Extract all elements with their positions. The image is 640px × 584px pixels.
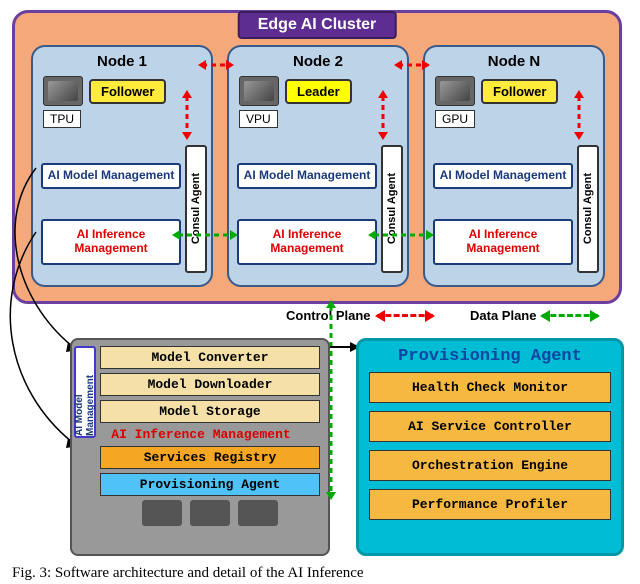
control-plane-label: Control Plane bbox=[286, 308, 371, 323]
node-detail-panel: AI Model Management Model Converter Mode… bbox=[70, 338, 330, 556]
model-storage-row: Model Storage bbox=[100, 400, 320, 423]
role-badge-follower: Follower bbox=[89, 79, 166, 104]
consul-agent-label: Consul Agent bbox=[190, 173, 202, 244]
node-1: Node 1 Follower TPU AI Model Management … bbox=[31, 45, 213, 287]
cluster-title: Edge AI Cluster bbox=[238, 11, 397, 39]
hardware-icon bbox=[238, 500, 278, 526]
consul-agent-label: Consul Agent bbox=[386, 173, 398, 244]
ai-model-management-vertical-label: AI Model Management bbox=[74, 346, 96, 438]
role-badge-follower: Follower bbox=[481, 79, 558, 104]
node-n: Node N Follower GPU AI Model Management … bbox=[423, 45, 605, 287]
control-plane-legend: Control Plane bbox=[286, 308, 433, 323]
model-downloader-row: Model Downloader bbox=[100, 373, 320, 396]
hardware-icon bbox=[239, 76, 279, 106]
ai-model-management-box: AI Model Management bbox=[237, 163, 377, 189]
performance-profiler-row: Performance Profiler bbox=[369, 489, 611, 520]
hw-label: VPU bbox=[239, 110, 278, 128]
consul-agent-label: Consul Agent bbox=[582, 173, 594, 244]
ai-model-management-box: AI Model Management bbox=[433, 163, 573, 189]
ai-inference-management-box: AI Inference Management bbox=[41, 219, 181, 265]
vert-label-text: AI Model Management bbox=[74, 348, 96, 436]
hardware-thumbnails bbox=[100, 500, 320, 526]
consul-agent: Consul Agent bbox=[577, 145, 599, 273]
figure-caption: Fig. 3: Software architecture and detail… bbox=[12, 565, 364, 582]
hardware-icon bbox=[190, 500, 230, 526]
consul-agent: Consul Agent bbox=[381, 145, 403, 273]
hardware-icon bbox=[435, 76, 475, 106]
health-check-monitor-row: Health Check Monitor bbox=[369, 372, 611, 403]
orchestration-engine-row: Orchestration Engine bbox=[369, 450, 611, 481]
role-badge-leader: Leader bbox=[285, 79, 352, 104]
hardware-icon bbox=[142, 500, 182, 526]
provisioning-agent-row: Provisioning Agent bbox=[100, 473, 320, 496]
provisioning-agent-panel: Provisioning Agent Health Check Monitor … bbox=[356, 338, 624, 556]
data-plane-legend: Data Plane bbox=[470, 308, 598, 323]
ai-model-management-box: AI Model Management bbox=[41, 163, 181, 189]
node-title: Node N bbox=[425, 47, 603, 70]
hardware-icon bbox=[43, 76, 83, 106]
hw-label: GPU bbox=[435, 110, 475, 128]
node-title: Node 2 bbox=[229, 47, 407, 70]
model-converter-row: Model Converter bbox=[100, 346, 320, 369]
ai-inference-management-box: AI Inference Management bbox=[433, 219, 573, 265]
ai-inference-management-title: AI Inference Management bbox=[82, 427, 320, 442]
consul-agent: Consul Agent bbox=[185, 145, 207, 273]
services-registry-row: Services Registry bbox=[100, 446, 320, 469]
green-arrow-icon bbox=[542, 314, 598, 317]
node-title: Node 1 bbox=[33, 47, 211, 70]
provisioning-title: Provisioning Agent bbox=[369, 347, 611, 366]
data-plane-label: Data Plane bbox=[470, 308, 536, 323]
ai-inference-management-box: AI Inference Management bbox=[237, 219, 377, 265]
node-2: Node 2 Leader VPU AI Model Management AI… bbox=[227, 45, 409, 287]
red-arrow-icon bbox=[377, 314, 433, 317]
hw-label: TPU bbox=[43, 110, 81, 128]
edge-ai-cluster: Edge AI Cluster Node 1 Follower TPU AI M… bbox=[12, 10, 622, 304]
ai-service-controller-row: AI Service Controller bbox=[369, 411, 611, 442]
